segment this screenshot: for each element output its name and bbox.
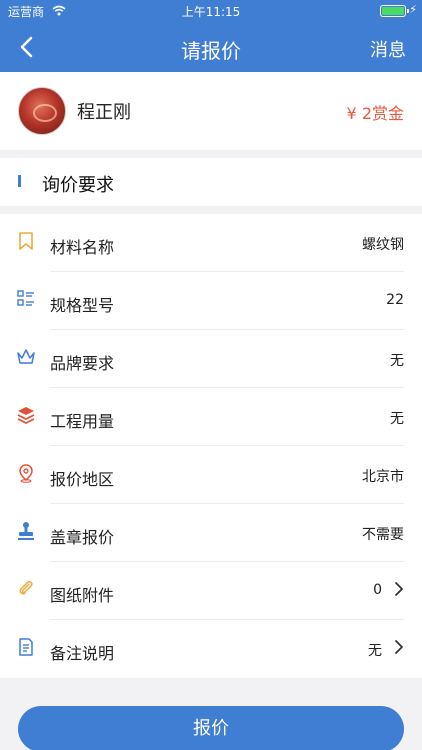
row-value: 不需要 (362, 527, 404, 543)
row-value: 0 (373, 582, 382, 598)
row-value: 北京市 (362, 469, 404, 485)
spec-list-icon (17, 290, 34, 306)
user-card: 程正刚 ¥ 2赏金 (0, 72, 422, 150)
list-item-region: 报价地区 北京市 (0, 446, 422, 504)
chevron-right-icon (395, 640, 403, 654)
section-accent-bar (18, 175, 21, 187)
row-label: 品牌要求 (50, 354, 115, 373)
row-label: 图纸附件 (50, 586, 115, 605)
nav-bar: 请报价 消息 (0, 22, 422, 72)
list-item-stamp: 盖章报价 不需要 (0, 504, 422, 562)
row-value: 无 (368, 643, 382, 659)
list-item-brand: 品牌要求 无 (0, 330, 422, 388)
row-value: 无 (390, 353, 404, 369)
row-label: 备注说明 (50, 644, 115, 663)
row-label: 工程用量 (50, 412, 115, 431)
battery-icon (380, 5, 409, 17)
row-value: 螺纹钢 (362, 237, 404, 253)
bookmark-icon (19, 232, 33, 250)
submit-quote-button[interactable]: 报价 (18, 706, 404, 750)
row-value: 22 (386, 292, 404, 308)
row-value: 无 (390, 411, 404, 427)
page-title: 请报价 (181, 39, 241, 63)
requirements-list: 材料名称 螺纹钢 规格型号 22 品牌要求 无 工程用量 无 报价地区 北京市 … (0, 214, 422, 678)
chevron-right-icon (395, 582, 403, 596)
list-item-material: 材料名称 螺纹钢 (0, 214, 422, 272)
list-item-quantity: 工程用量 无 (0, 388, 422, 446)
paperclip-icon (19, 580, 33, 595)
layers-icon (17, 407, 35, 425)
row-label: 规格型号 (50, 296, 115, 315)
messages-button[interactable]: 消息 (370, 36, 406, 62)
section-title: 询价要求 (42, 175, 114, 196)
avatar (18, 87, 66, 135)
stamp-icon (18, 522, 34, 540)
note-icon (19, 638, 33, 656)
charging-icon: ⚡ (409, 3, 417, 16)
status-bar: 运营商 上午11:15 ⚡ (0, 0, 422, 22)
location-pin-icon (19, 464, 33, 483)
list-item-remarks[interactable]: 备注说明 无 (0, 620, 422, 678)
section-header: 询价要求 (0, 158, 422, 206)
crown-icon (17, 349, 35, 364)
user-name: 程正刚 (77, 102, 131, 123)
row-label: 盖章报价 (50, 528, 115, 547)
row-label: 材料名称 (50, 238, 115, 257)
list-item-spec: 规格型号 22 (0, 272, 422, 330)
list-item-attachment[interactable]: 图纸附件 0 (0, 562, 422, 620)
row-label: 报价地区 (50, 470, 115, 489)
status-time: 上午11:15 (181, 5, 241, 19)
reward-amount: ¥ 2赏金 (346, 104, 404, 123)
